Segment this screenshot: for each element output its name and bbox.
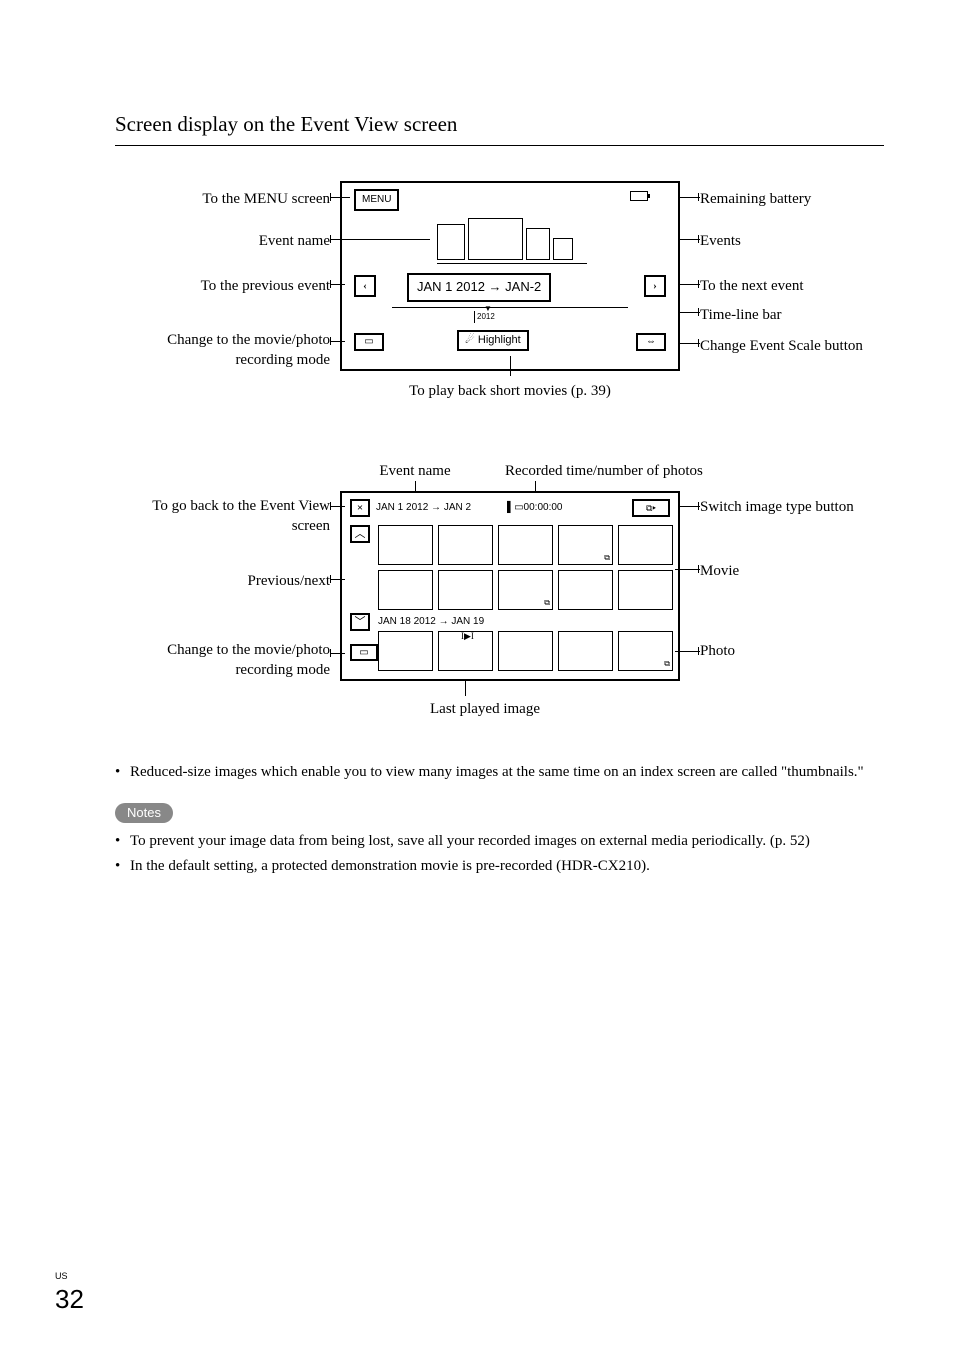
recorded-time-value: ▌▭00:00:00 — [507, 501, 562, 515]
photo-icon: ⧉ — [664, 658, 670, 669]
bullet-icon: • — [115, 761, 130, 784]
timeline-year: 2012 — [474, 311, 495, 322]
thumbnail-last-played[interactable]: I▶I — [438, 631, 493, 671]
sub-date-range: JAN 18 2012 → JAN 19 — [378, 615, 484, 629]
events-thumbnails — [437, 218, 573, 260]
last-played-icon: I▶I — [461, 630, 474, 643]
event-view-screen: MENU ‹ JAN 1 2012 → JAN-2 › ▼ 2012 ▭ ☄ H… — [340, 181, 680, 371]
battery-icon — [630, 191, 648, 201]
thumbnail[interactable] — [438, 525, 493, 565]
photo-icon: ⧉ — [604, 552, 610, 563]
record-mode-button[interactable]: ▭ — [354, 333, 384, 351]
thumbnail[interactable] — [498, 525, 553, 565]
event-scale-button[interactable]: ⇔ — [636, 333, 666, 351]
event-thumb — [553, 238, 573, 260]
label-menu-screen: To the MENU screen — [115, 189, 330, 210]
label-event-name: Event name — [115, 231, 330, 252]
highlight-button[interactable]: ☄ Highlight — [457, 330, 529, 351]
label-rec-mode-2: Change to the movie/photo recording mode — [115, 641, 330, 680]
label-switch-image-type: Switch image type button — [700, 497, 854, 518]
label-movie: Movie — [700, 561, 739, 582]
bullet-icon: • — [115, 855, 130, 878]
label-event-name-2: Event name — [370, 461, 460, 482]
thumbnail[interactable] — [558, 631, 613, 671]
label-rec-mode: Change to the movie/photo recording mode — [115, 331, 330, 370]
label-event-scale: Change Event Scale button — [700, 336, 863, 357]
label-timeline-bar: Time-line bar — [700, 305, 782, 326]
menu-button[interactable]: MENU — [354, 189, 399, 211]
event-thumb — [468, 218, 523, 260]
thumbnail[interactable] — [378, 525, 433, 565]
notes-label: Notes — [115, 803, 173, 823]
record-mode-button-2[interactable]: ▭ — [350, 644, 378, 661]
next-button[interactable]: ﹀ — [350, 613, 370, 631]
event-index-screen: × JAN 1 2012 → JAN 2 ▌▭00:00:00 ⧉▸ ︿ ﹀ ▭… — [340, 491, 680, 681]
prev-button[interactable]: ︿ — [350, 525, 370, 543]
thumbnail-movie[interactable] — [618, 525, 673, 565]
thumbnail[interactable] — [558, 570, 613, 610]
notes-list: • To prevent your image data from being … — [115, 830, 884, 879]
timeline-bar: ▼ 2012 — [392, 307, 628, 317]
thumbnail-photo[interactable]: ⧉ — [618, 631, 673, 671]
next-event-button[interactable]: › — [644, 275, 666, 297]
bullet-icon: • — [115, 830, 130, 853]
prev-event-button[interactable]: ‹ — [354, 275, 376, 297]
thumbnail[interactable]: ⧉ — [498, 570, 553, 610]
label-next-event: To the next event — [700, 276, 804, 297]
label-prev-event: To the previous event — [115, 276, 330, 297]
event-thumb — [437, 224, 465, 260]
thumbnail[interactable] — [378, 570, 433, 610]
label-go-back: To go back to the Event View screen — [115, 497, 330, 536]
page-number: US 32 — [55, 1270, 84, 1317]
event-date-box[interactable]: JAN 1 2012 → JAN-2 — [407, 273, 551, 301]
label-prev-next: Previous/next — [115, 571, 330, 592]
event-thumb — [526, 228, 550, 260]
note-text: In the default setting, a protected demo… — [130, 855, 650, 878]
thumbnails-description: • Reduced-size images which enable you t… — [115, 761, 884, 784]
event-index-date: JAN 1 2012 → JAN 2 — [376, 501, 471, 515]
thumbnail[interactable] — [618, 570, 673, 610]
region-code: US — [55, 1270, 84, 1283]
thumbnail[interactable] — [378, 631, 433, 671]
thumbnail[interactable]: ⧉ — [558, 525, 613, 565]
event-index-diagram-wrapper: Event name Recorded time/number of photo… — [115, 461, 884, 721]
thumbnails-text: Reduced-size images which enable you to … — [130, 761, 864, 784]
section-title: Screen display on the Event View screen — [115, 110, 884, 146]
label-playback-short-movies: To play back short movies (p. 39) — [390, 381, 630, 402]
photo-icon: ⧉ — [544, 597, 550, 608]
thumbnail[interactable] — [438, 570, 493, 610]
switch-image-type-button[interactable]: ⧉▸ — [632, 499, 670, 517]
label-events: Events — [700, 231, 741, 252]
label-recorded-time: Recorded time/number of photos — [505, 461, 703, 482]
thumbnail[interactable] — [498, 631, 553, 671]
label-remaining-battery: Remaining battery — [700, 189, 811, 210]
page-number-value: 32 — [55, 1284, 84, 1314]
note-text: To prevent your image data from being lo… — [130, 830, 810, 853]
label-photo: Photo — [700, 641, 735, 662]
label-last-played: Last played image — [405, 699, 565, 720]
close-button[interactable]: × — [350, 499, 370, 517]
event-view-diagram-wrapper: MENU ‹ JAN 1 2012 → JAN-2 › ▼ 2012 ▭ ☄ H… — [115, 181, 884, 411]
